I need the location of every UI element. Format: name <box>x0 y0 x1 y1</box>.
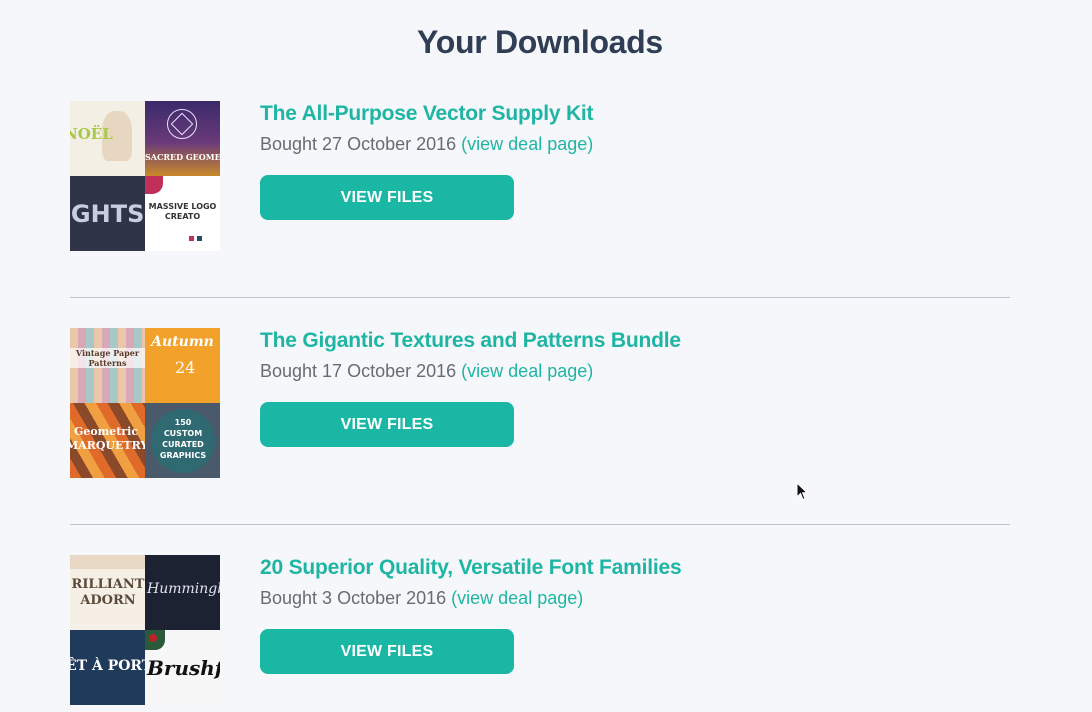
view-files-button[interactable]: VIEW FILES <box>260 175 514 220</box>
purchase-date: Bought 17 October 2016 (view deal page) <box>260 361 681 382</box>
bought-text: Bought 3 October 2016 <box>260 588 447 608</box>
thumbnail-tile: SACRED GEOMET <box>145 101 220 176</box>
download-info: The All-Purpose Vector Supply Kit Bought… <box>260 101 594 220</box>
mouse-cursor-icon <box>796 482 809 501</box>
view-deal-page-link[interactable]: (view deal page) <box>451 588 583 608</box>
thumbnail-tile: MASSIVE LOGO CREATO <box>145 176 220 251</box>
bundle-thumbnail[interactable]: Vintage Paper Patterns Autumn 24 Geometr… <box>70 328 220 478</box>
divider <box>70 524 1010 525</box>
thumbnail-tile: 150 CUSTOM CURATED GRAPHICS <box>145 403 220 478</box>
thumbnail-tile: Vintage Paper Patterns <box>70 328 145 403</box>
downloads-page: Your Downloads NOËL SACRED GEOMET IGHTS … <box>0 0 1092 712</box>
thumbnail-tile: IGHTS <box>70 176 145 251</box>
view-files-button[interactable]: VIEW FILES <box>260 402 514 447</box>
bundle-title: 20 Superior Quality, Versatile Font Fami… <box>260 556 682 579</box>
view-files-button[interactable]: VIEW FILES <box>260 629 514 674</box>
thumbnail-tile: Hummingbi <box>145 555 220 630</box>
thumbnail-tile: Geometric MARQUETRY <box>70 403 145 478</box>
divider <box>70 297 1010 298</box>
bundle-thumbnail[interactable]: RILLIANT ADORN Hummingbi ÊT À PORTER Bru… <box>70 555 220 705</box>
download-info: 20 Superior Quality, Versatile Font Fami… <box>260 555 682 674</box>
bundle-title: The All-Purpose Vector Supply Kit <box>260 102 594 125</box>
bought-text: Bought 17 October 2016 <box>260 361 457 381</box>
purchase-date: Bought 3 October 2016 (view deal page) <box>260 588 681 609</box>
download-info: The Gigantic Textures and Patterns Bundl… <box>260 328 681 447</box>
thumbnail-tile: RILLIANT ADORN <box>70 555 145 630</box>
thumbnail-tile: ÊT À PORTER <box>70 630 145 705</box>
thumbnail-tile: NOËL <box>70 101 145 176</box>
bought-text: Bought 27 October 2016 <box>260 134 457 154</box>
view-deal-page-link[interactable]: (view deal page) <box>461 134 593 154</box>
purchase-date: Bought 27 October 2016 (view deal page) <box>260 134 593 155</box>
thumbnail-tile: Autumn 24 <box>145 328 220 403</box>
thumbnail-tile: Brushfir <box>145 630 220 705</box>
bundle-title: The Gigantic Textures and Patterns Bundl… <box>260 329 681 352</box>
page-title: Your Downloads <box>417 24 663 60</box>
view-deal-page-link[interactable]: (view deal page) <box>461 361 593 381</box>
bundle-thumbnail[interactable]: NOËL SACRED GEOMET IGHTS MASSIVE LOGO CR… <box>70 101 220 251</box>
